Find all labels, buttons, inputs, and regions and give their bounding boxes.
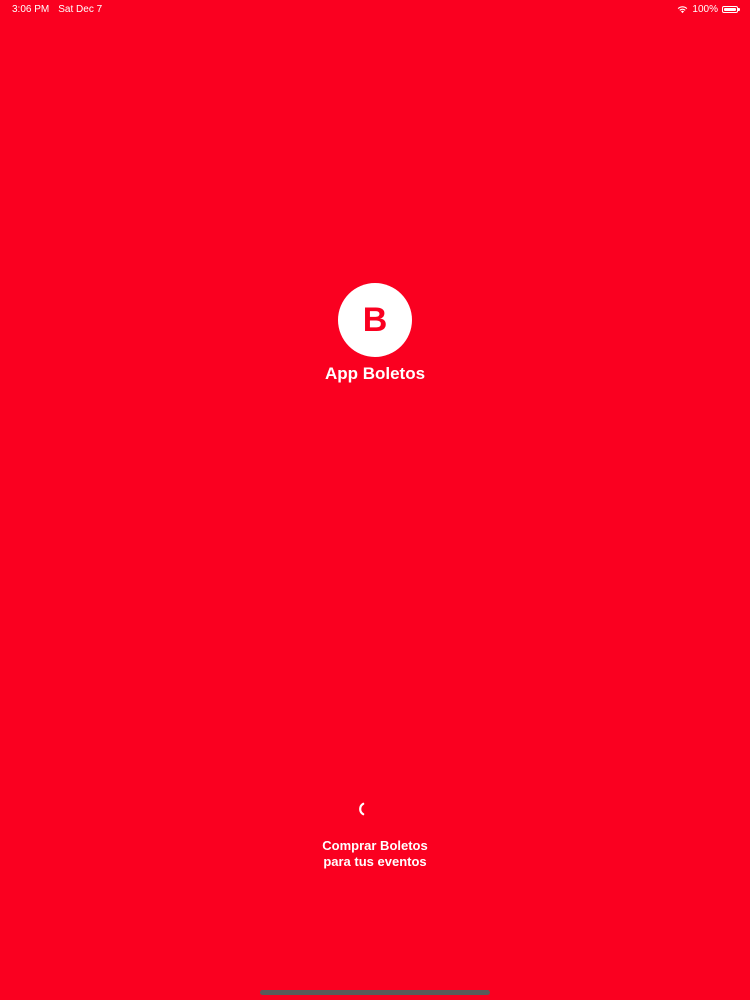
app-logo: B — [338, 283, 412, 357]
app-title: App Boletos — [324, 364, 426, 383]
status-time: 3:06 PM — [12, 3, 50, 15]
app-logo-letter: B — [362, 300, 388, 339]
battery-percent: 100% — [692, 3, 718, 15]
tagline-line-1: Comprar Boletos — [322, 838, 428, 853]
battery-icon — [722, 5, 740, 13]
battery-fill — [724, 7, 736, 11]
tagline-line-2: para tus eventos — [323, 854, 427, 869]
status-left: 3:06 PM Sat Dec 7 — [12, 4, 102, 15]
loading-spinner-icon — [359, 802, 365, 816]
status-bar: 3:06 PM Sat Dec 7 100% — [0, 0, 750, 18]
tagline: Comprar Boletos para tus eventos — [0, 838, 750, 870]
status-right: 100% — [677, 3, 740, 15]
wifi-icon — [678, 5, 688, 13]
status-date: Sat Dec 7 — [58, 3, 103, 15]
home-indicator[interactable] — [260, 990, 490, 995]
